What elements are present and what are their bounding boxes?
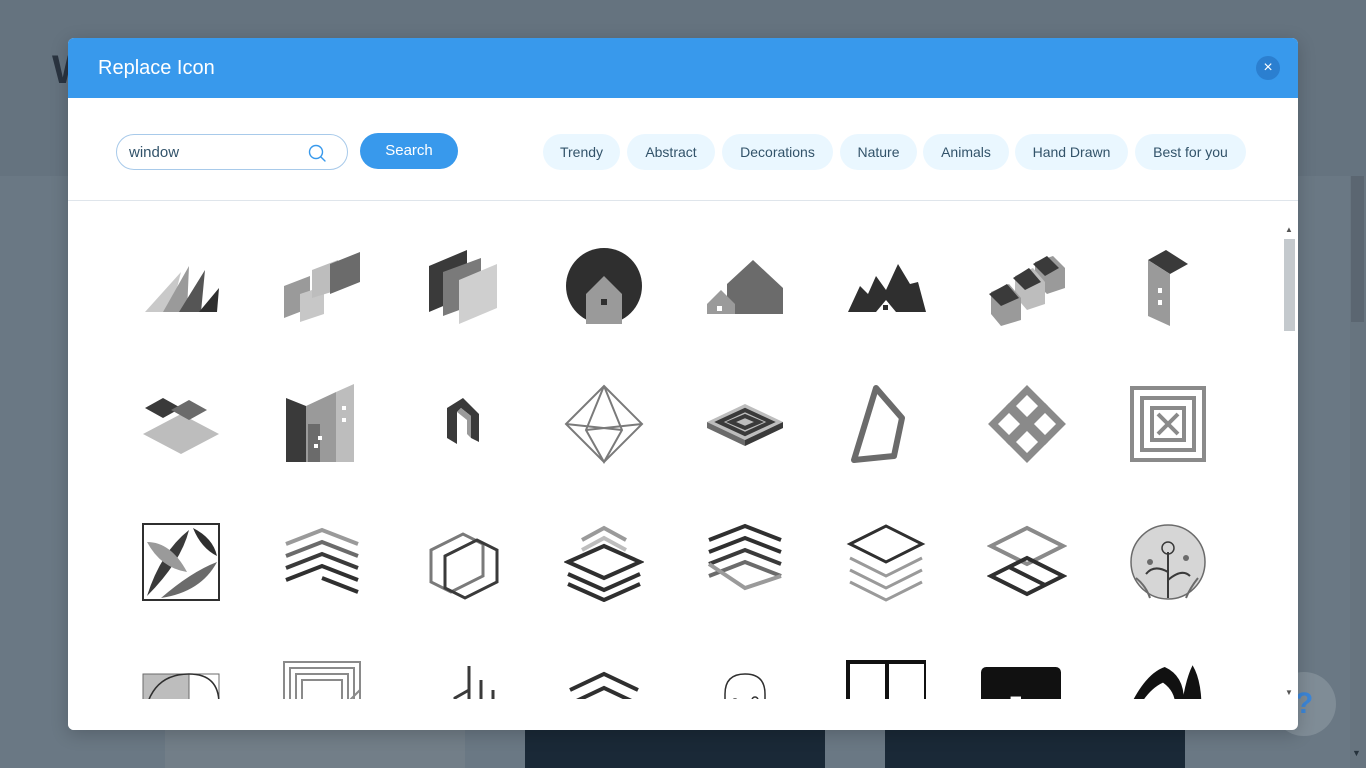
grid-clip-area [68, 699, 1280, 730]
interlocked-n-icon[interactable] [423, 384, 503, 464]
icon-grid-scrollbar[interactable]: ▲ ▼ [1281, 223, 1298, 701]
category-chip-nature[interactable]: Nature [840, 134, 917, 170]
palm-leaves-square-icon[interactable] [141, 522, 221, 602]
category-chip-hand-drawn[interactable]: Hand Drawn [1015, 134, 1128, 170]
houses-hill-icon[interactable] [705, 246, 785, 326]
dialog-header: Replace Icon × [68, 38, 1298, 98]
search-input[interactable] [129, 142, 299, 162]
square-maze-x-icon[interactable] [1128, 384, 1208, 464]
house-in-circle-icon[interactable] [564, 246, 644, 326]
category-chip-trendy[interactable]: Trendy [543, 134, 620, 170]
floral-circle-icon[interactable] [1128, 522, 1208, 602]
category-chip-animals[interactable]: Animals [923, 134, 1009, 170]
icon-grid: ▲ ▼ [68, 201, 1298, 730]
scroll-down-arrow[interactable]: ▼ [1285, 688, 1293, 697]
row-houses-icon[interactable] [987, 246, 1067, 326]
slanted-peaks-icon[interactable] [141, 246, 221, 326]
zigzag-layers-icon[interactable] [705, 522, 785, 602]
category-chip-decorations[interactable]: Decorations [722, 134, 833, 170]
search-toolbar: Search Trendy Abstract Decorations Natur… [68, 98, 1298, 201]
page-scroll-down-arrow[interactable]: ▼ [1352, 748, 1361, 758]
category-chip-best-for-you[interactable]: Best for you [1135, 134, 1246, 170]
city-buildings-icon[interactable] [282, 384, 362, 464]
layered-chevrons-icon[interactable] [564, 522, 644, 602]
dialog-title: Replace Icon [98, 57, 215, 79]
scroll-up-arrow[interactable]: ▲ [1285, 225, 1293, 234]
diamond-lattice-icon[interactable] [987, 384, 1067, 464]
stacked-outline-diamonds-icon[interactable] [846, 522, 926, 602]
tall-building-icon[interactable] [1128, 246, 1208, 326]
tilted-frame-icon[interactable] [846, 384, 926, 464]
isometric-maze-icon[interactable] [705, 384, 785, 464]
chevron-stripes-icon[interactable] [282, 522, 362, 602]
search-button[interactable]: Search [360, 133, 458, 169]
page-scrollbar-thumb[interactable] [1351, 176, 1364, 322]
search-box[interactable] [116, 134, 348, 170]
linked-frames-icon[interactable] [987, 522, 1067, 602]
mountain-house-icon[interactable] [846, 246, 926, 326]
category-chip-abstract[interactable]: Abstract [627, 134, 715, 170]
replace-icon-dialog: Replace Icon × Search Trendy Abstract De… [68, 38, 1298, 730]
close-button[interactable]: × [1256, 56, 1280, 80]
layered-panels-icon[interactable] [423, 246, 503, 326]
stacked-diamonds-icon[interactable] [141, 384, 221, 464]
search-icon[interactable] [307, 143, 327, 163]
offset-parallelograms-icon[interactable] [282, 246, 362, 326]
wire-octahedron-icon[interactable] [564, 384, 644, 464]
scrollbar-thumb[interactable] [1284, 239, 1295, 331]
overlapping-outlines-icon[interactable] [423, 522, 503, 602]
